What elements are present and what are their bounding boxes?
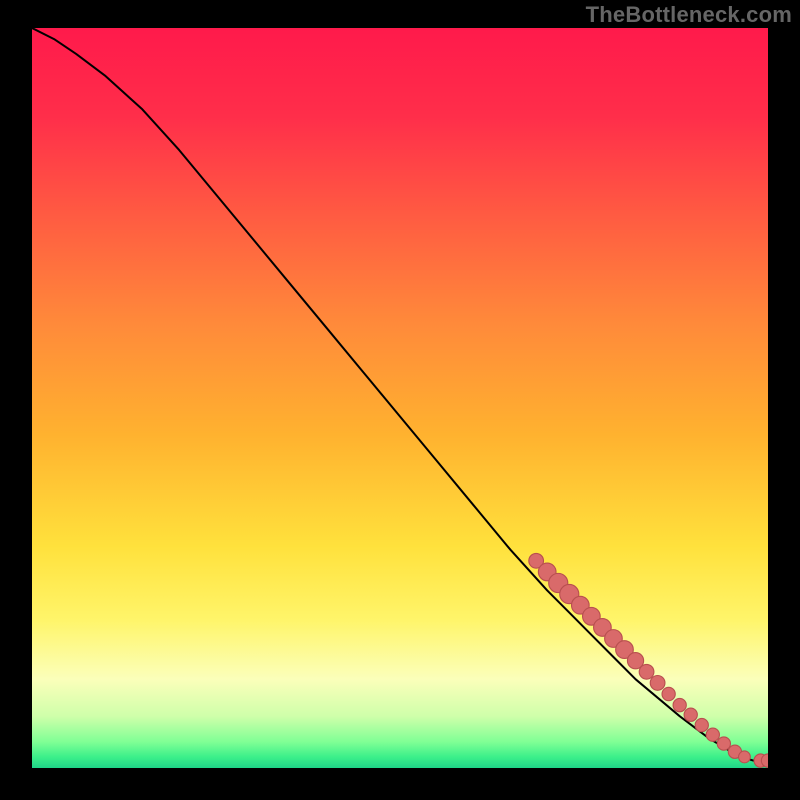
marker-point <box>684 708 697 721</box>
marker-point <box>662 687 675 700</box>
marker-point <box>650 676 665 691</box>
marker-point <box>639 664 654 679</box>
marker-point <box>695 718 708 731</box>
plot-svg <box>32 28 768 768</box>
gradient-rect <box>32 28 768 768</box>
marker-point <box>706 728 719 741</box>
marker-point <box>673 698 686 711</box>
marker-point <box>717 737 730 750</box>
marker-point <box>739 751 751 763</box>
chart-stage: TheBottleneck.com <box>0 0 800 800</box>
plot-area <box>32 28 768 768</box>
watermark-text: TheBottleneck.com <box>586 2 792 28</box>
